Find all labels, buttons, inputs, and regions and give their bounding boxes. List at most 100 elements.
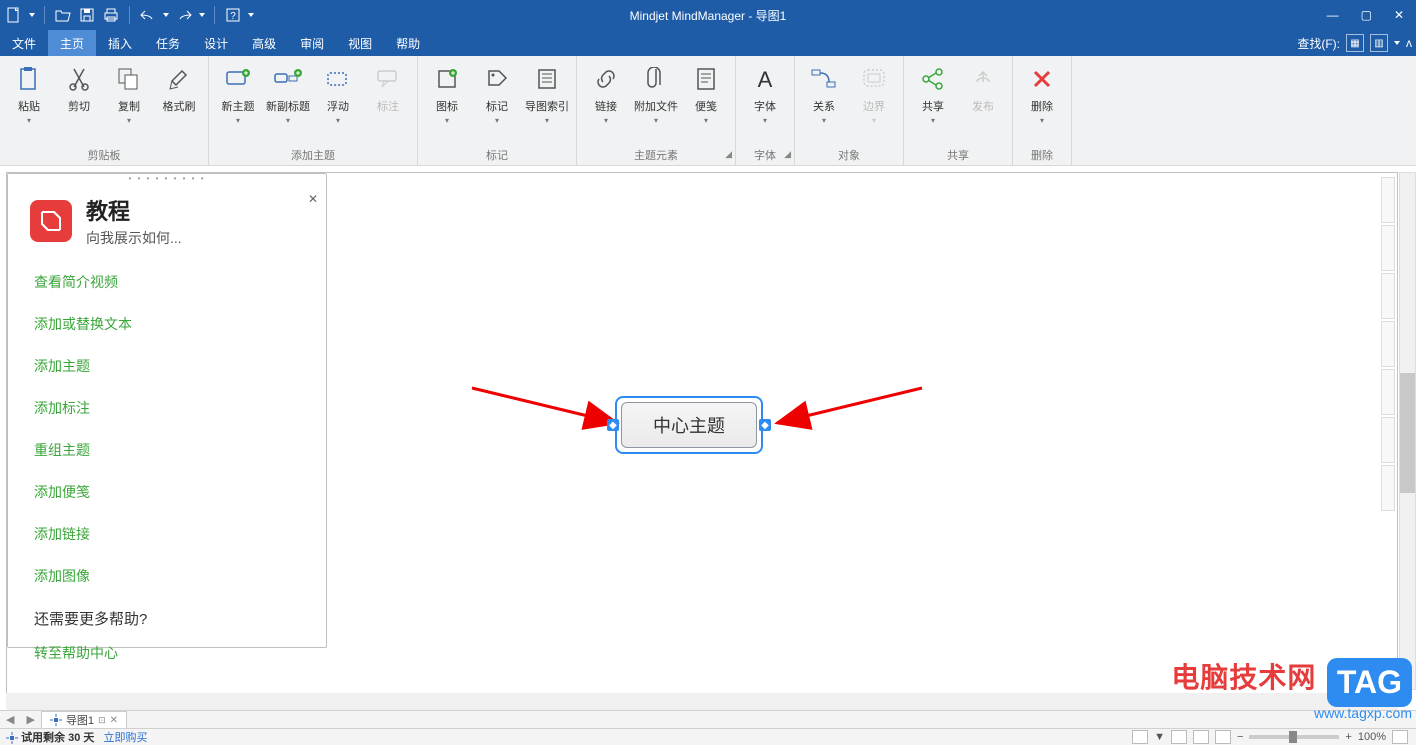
fit-button[interactable]	[1392, 730, 1408, 744]
save-icon[interactable]	[77, 3, 97, 27]
tab-task[interactable]: 任务	[144, 30, 192, 56]
taskpane-toggle-2[interactable]: ▥	[1370, 34, 1388, 52]
sidebar-tab-3[interactable]	[1381, 273, 1395, 319]
group-delete: 删除	[1013, 147, 1071, 165]
vertical-scrollbar[interactable]	[1399, 172, 1416, 690]
svg-text:?: ?	[230, 11, 236, 22]
tab-insert[interactable]: 插入	[96, 30, 144, 56]
zoom-level[interactable]: 100%	[1358, 731, 1386, 743]
tutorial-close-icon[interactable]: ✕	[308, 192, 318, 206]
paste-button[interactable]: 粘贴▾	[6, 60, 52, 126]
new-file-dropdown[interactable]	[28, 13, 36, 17]
tutorial-link-callout[interactable]: 添加标注	[34, 398, 300, 418]
tab-home[interactable]: 主页	[48, 30, 96, 56]
maximize-button[interactable]: ▢	[1357, 8, 1376, 22]
ribbon: 粘贴▾ 剪切 复制▾ 格式刷 剪贴板 新主题▾ 新副标题▾ 浮动▾ 标注 添加主…	[0, 56, 1416, 166]
new-subtopic-button[interactable]: 新副标题▾	[265, 60, 311, 126]
undo-dropdown[interactable]	[162, 13, 170, 17]
tab-file[interactable]: 文件	[0, 30, 48, 56]
sidebar-tab-7[interactable]	[1381, 465, 1395, 511]
tab-advanced[interactable]: 高级	[240, 30, 288, 56]
new-topic-button[interactable]: 新主题▾	[215, 60, 261, 126]
add-left-icon[interactable]: ◆	[607, 419, 619, 431]
topic-elements-launcher[interactable]: ◢	[725, 149, 732, 160]
tutorial-link-topic[interactable]: 添加主题	[34, 356, 300, 376]
relationship-button[interactable]: 关系▾	[801, 60, 847, 126]
map-index-button[interactable]: 导图索引▾	[524, 60, 570, 126]
view-mode-3[interactable]	[1193, 730, 1209, 744]
panel-grip[interactable]: • • • • • • • • •	[8, 174, 326, 184]
tutorial-link-note[interactable]: 添加便笺	[34, 482, 300, 502]
add-right-icon[interactable]: ◆	[759, 419, 771, 431]
canvas[interactable]: • • • • • • • • • ✕ 教程 向我展示如何... 查看简介视频 …	[6, 172, 1398, 704]
svg-text:A: A	[758, 67, 773, 91]
cut-button[interactable]: 剪切	[56, 60, 102, 114]
attachment-button[interactable]: 附加文件▾	[633, 60, 679, 126]
undo-icon[interactable]	[138, 3, 158, 27]
view-mode-1[interactable]	[1132, 730, 1148, 744]
icon-marker-button[interactable]: 图标▾	[424, 60, 470, 126]
group-markers: 标记	[418, 147, 576, 165]
doctab-next[interactable]: ▶	[20, 713, 40, 726]
zoom-out[interactable]: −	[1237, 731, 1243, 743]
view-mode-2[interactable]	[1171, 730, 1187, 744]
tab-view[interactable]: 视图	[336, 30, 384, 56]
right-sidebar-tabs	[1381, 177, 1395, 511]
floating-topic-button[interactable]: 浮动▾	[315, 60, 361, 126]
central-topic-label: 中心主题	[621, 402, 757, 448]
tutorial-link-image[interactable]: 添加图像	[34, 566, 300, 586]
tutorial-link-link[interactable]: 添加链接	[34, 524, 300, 544]
sidebar-tab-2[interactable]	[1381, 225, 1395, 271]
group-add-topic: 添加主题	[209, 147, 417, 165]
annotation-arrow-right	[767, 383, 927, 433]
tutorial-link-text[interactable]: 添加或替换文本	[34, 314, 300, 334]
doctab-pin-icon[interactable]: ⊡	[98, 715, 106, 726]
minimize-button[interactable]: —	[1323, 8, 1343, 22]
redo-icon[interactable]	[174, 3, 194, 27]
tutorial-link-reorg[interactable]: 重组主题	[34, 440, 300, 460]
tutorial-more-label: 还需要更多帮助?	[8, 608, 326, 629]
font-button[interactable]: A字体▾	[742, 60, 788, 126]
tab-design[interactable]: 设计	[192, 30, 240, 56]
zoom-in[interactable]: +	[1345, 731, 1351, 743]
help-dropdown[interactable]	[247, 13, 255, 17]
copy-button[interactable]: 复制▾	[106, 60, 152, 126]
zoom-slider[interactable]	[1249, 735, 1339, 739]
font-launcher[interactable]: ◢	[784, 149, 791, 160]
notes-button[interactable]: 便笺▾	[683, 60, 729, 126]
delete-button[interactable]: 删除▾	[1019, 60, 1065, 126]
tab-help[interactable]: 帮助	[384, 30, 432, 56]
share-button[interactable]: 共享▾	[910, 60, 956, 126]
close-button[interactable]: ✕	[1390, 8, 1408, 22]
sidebar-tab-5[interactable]	[1381, 369, 1395, 415]
sidebar-tab-4[interactable]	[1381, 321, 1395, 367]
buy-now-link[interactable]: 立即购买	[103, 732, 147, 744]
document-tab[interactable]: 导图1 ⊡ ✕	[41, 711, 127, 728]
tutorial-help-center-link[interactable]: 转至帮助中心	[34, 645, 118, 661]
publish-button: 发布	[960, 60, 1006, 114]
trial-label: 试用剩余 30 天	[21, 732, 94, 744]
help-icon[interactable]: ?	[223, 3, 243, 27]
central-topic[interactable]: 中心主题 ◆ ◆	[619, 400, 759, 450]
new-file-icon[interactable]	[4, 3, 24, 27]
tutorial-link-video[interactable]: 查看简介视频	[34, 272, 300, 292]
watermark: 电脑技术网 TAG www.tagxp.com	[1171, 656, 1412, 721]
hyperlink-button[interactable]: 链接▾	[583, 60, 629, 126]
tutorial-panel: • • • • • • • • • ✕ 教程 向我展示如何... 查看简介视频 …	[7, 173, 327, 648]
tab-review[interactable]: 审阅	[288, 30, 336, 56]
quick-access-toolbar: ? Mindjet MindManager - 导图1 — ▢ ✕	[0, 0, 1416, 30]
view-mode-4[interactable]	[1215, 730, 1231, 744]
sidebar-tab-6[interactable]	[1381, 417, 1395, 463]
print-icon[interactable]	[101, 3, 121, 27]
ribbon-collapse[interactable]: ʌ	[1406, 36, 1412, 50]
sidebar-tab-1[interactable]	[1381, 177, 1395, 223]
format-painter-button[interactable]: 格式刷	[156, 60, 202, 114]
doctab-close-icon[interactable]: ✕	[110, 715, 118, 726]
open-icon[interactable]	[53, 3, 73, 27]
taskpane-toggle-1[interactable]: ▦	[1346, 34, 1364, 52]
filter-icon[interactable]: ▼	[1154, 731, 1165, 743]
doctab-prev[interactable]: ◀	[0, 713, 20, 726]
redo-dropdown[interactable]	[198, 13, 206, 17]
find-label: 查找(F):	[1297, 35, 1340, 52]
tag-button[interactable]: 标记▾	[474, 60, 520, 126]
